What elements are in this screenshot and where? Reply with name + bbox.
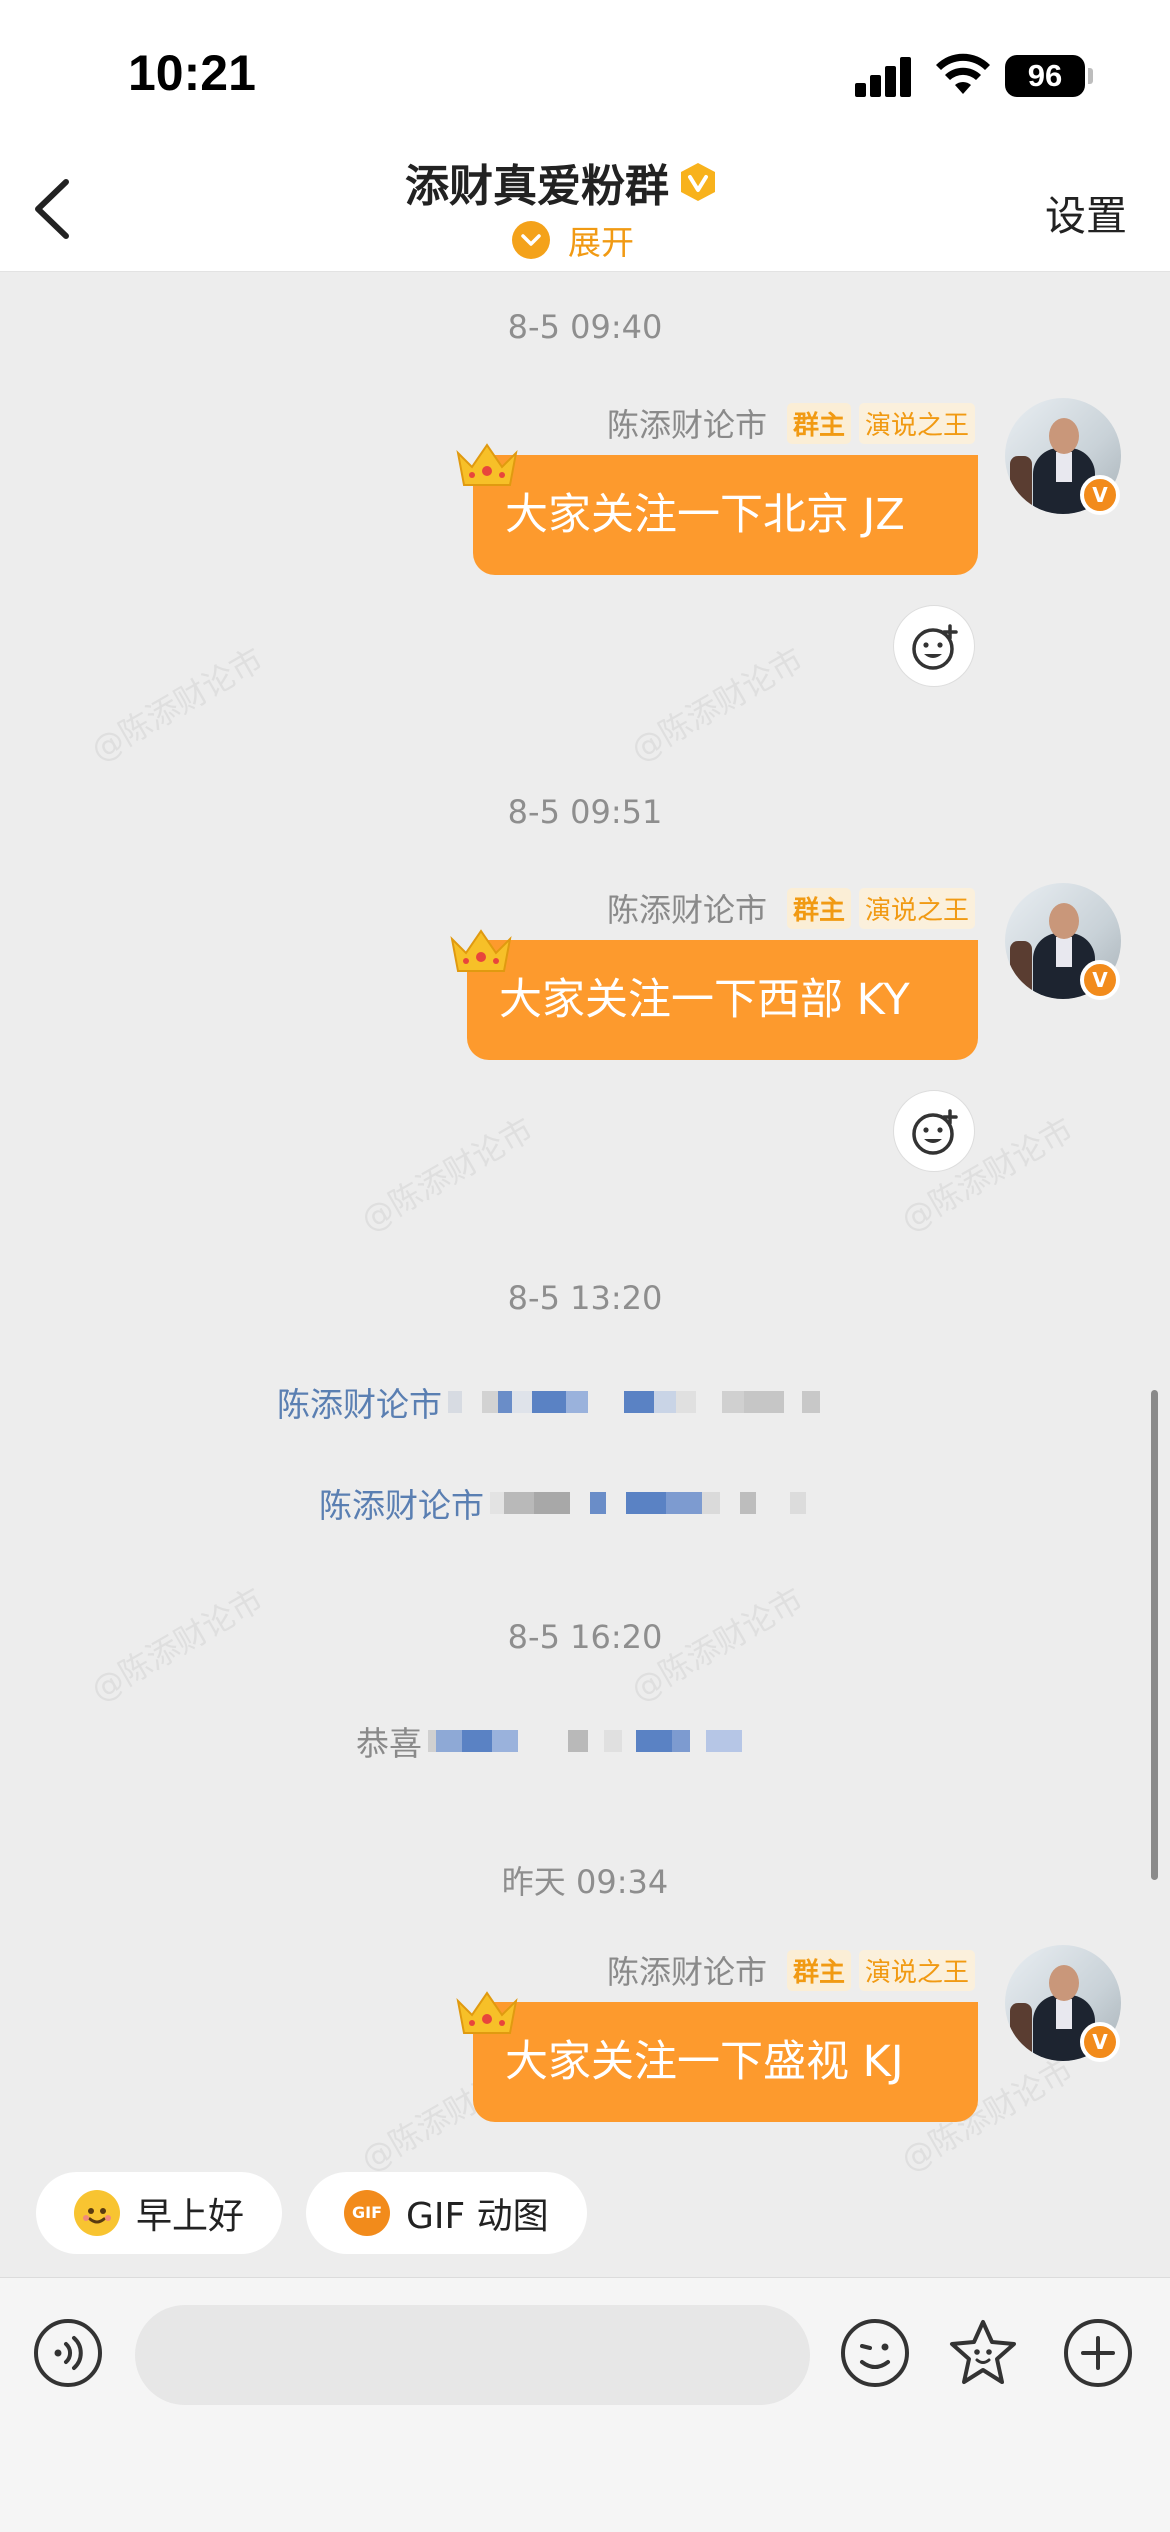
status-time: 10:21 <box>128 45 256 101</box>
chat-header: 添财真爱粉群 展开 设置 <box>0 140 1170 272</box>
system-notice: 陈添财论市 <box>319 1479 806 1527</box>
emoji-icon[interactable] <box>840 2318 910 2388</box>
quick-reply-good-morning[interactable]: 早上好 <box>36 2172 283 2254</box>
watermark: @陈添财论市 <box>624 640 810 770</box>
voice-icon[interactable] <box>33 2318 103 2388</box>
message-bubble[interactable]: 大家关注一下西部 KY <box>467 940 978 1060</box>
message-timestamp: 8-5 09:51 <box>507 793 663 831</box>
back-arrow-icon[interactable] <box>28 178 80 240</box>
verified-badge-icon <box>681 163 715 201</box>
battery-indicator: 96 <box>1005 55 1085 97</box>
expand-button[interactable]: 展开 <box>512 216 634 264</box>
chevron-down-icon <box>512 221 550 259</box>
message-bubble[interactable]: 大家关注一下北京 JZ <box>473 455 978 575</box>
verified-v-icon: V <box>1080 475 1120 515</box>
owner-tag: 群主 <box>786 887 851 929</box>
crown-icon <box>450 929 512 972</box>
verified-v-icon: V <box>1080 2022 1120 2062</box>
battery-tip <box>1088 68 1093 84</box>
owner-tag: 群主 <box>786 402 851 444</box>
wifi-icon <box>936 53 990 94</box>
emoji-add-icon <box>912 624 958 670</box>
settings-button[interactable]: 设置 <box>1045 182 1127 242</box>
gif-icon-text: GIF <box>352 2203 383 2222</box>
sticker-star-icon[interactable] <box>948 2318 1018 2388</box>
system-text: 恭喜 <box>356 1724 422 1763</box>
pixelated-text <box>428 1730 742 1752</box>
group-title-wrap[interactable]: 添财真爱粉群 <box>405 150 719 214</box>
sender-name[interactable]: 陈添财论市 <box>607 885 767 931</box>
system-user-link[interactable]: 陈添财论市 <box>277 1378 442 1426</box>
quick-reply-bar: 早上好 GIF GIF 动图 <box>36 2172 611 2254</box>
sender-name[interactable]: 陈添财论市 <box>607 400 767 446</box>
message-timestamp: 8-5 09:40 <box>507 308 663 346</box>
sender-row: 陈添财论市 群主 演说之王 <box>607 1947 975 1993</box>
system-notice: 陈添财论市 <box>277 1378 820 1426</box>
group-title: 添财真爱粉群 <box>405 161 669 212</box>
status-bar: 10:21 96 <box>0 0 1170 140</box>
scrollbar[interactable] <box>1151 1390 1158 1880</box>
owner-tag: 群主 <box>786 1949 851 1991</box>
verified-v-icon: V <box>1080 960 1120 1000</box>
message-timestamp: 8-5 16:20 <box>507 1618 663 1656</box>
sender-row: 陈添财论市 群主 演说之王 <box>607 400 975 446</box>
title-tag: 演说之王 <box>858 402 975 444</box>
message-input-bar <box>0 2277 1170 2532</box>
sun-face-icon <box>74 2190 120 2236</box>
crown-icon <box>456 443 518 486</box>
message-timestamp: 8-5 13:20 <box>507 1279 663 1317</box>
sender-row: 陈添财论市 群主 演说之王 <box>607 885 975 931</box>
add-more-icon[interactable] <box>1063 2318 1133 2388</box>
cellular-signal-icon <box>855 57 913 97</box>
crown-icon <box>456 1991 518 2034</box>
message-bubble[interactable]: 大家关注一下盛视 KJ <box>473 2002 978 2122</box>
add-reaction-button[interactable] <box>893 605 975 687</box>
watermark: @陈添财论市 <box>354 1110 540 1240</box>
system-notice: 恭喜 <box>356 1717 742 1765</box>
watermark: @陈添财论市 <box>84 640 270 770</box>
pixelated-text <box>490 1492 806 1514</box>
message-timestamp: 昨天 09:34 <box>501 1863 669 1901</box>
title-tag: 演说之王 <box>858 1949 975 1991</box>
add-reaction-button[interactable] <box>893 1090 975 1172</box>
expand-label: 展开 <box>568 223 634 262</box>
sender-name[interactable]: 陈添财论市 <box>607 1947 767 1993</box>
quick-reply-label: GIF 动图 <box>406 2196 549 2237</box>
pixelated-text <box>448 1391 820 1413</box>
message-input[interactable] <box>135 2305 810 2405</box>
title-tag: 演说之王 <box>858 887 975 929</box>
system-user-link[interactable]: 陈添财论市 <box>319 1479 484 1527</box>
gif-icon: GIF <box>344 2190 391 2236</box>
quick-reply-gif[interactable]: GIF GIF 动图 <box>306 2172 587 2254</box>
quick-reply-label: 早上好 <box>136 2196 245 2237</box>
emoji-add-icon <box>912 1109 958 1155</box>
